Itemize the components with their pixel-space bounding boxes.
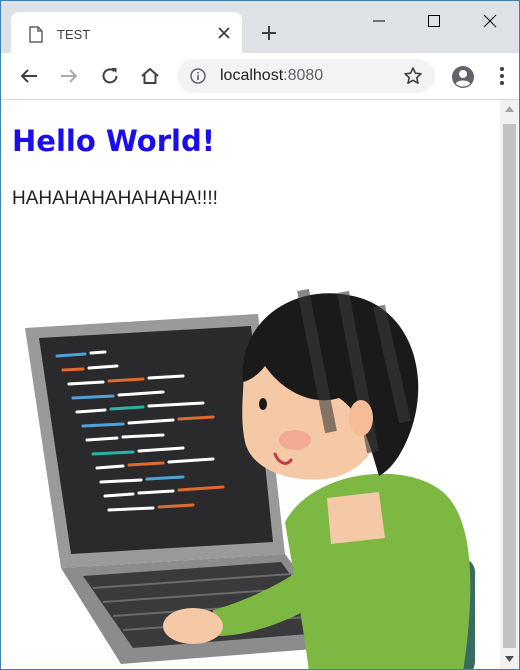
toolbar: localhost:8080 <box>1 53 519 100</box>
reload-icon[interactable] <box>99 65 121 87</box>
forward-icon[interactable] <box>58 65 80 87</box>
page-text: HAHAHAHAHAHAHA!!!! <box>12 188 218 209</box>
menu-icon[interactable] <box>497 65 507 87</box>
new-tab-icon[interactable] <box>259 23 279 43</box>
info-icon[interactable] <box>190 68 206 84</box>
scrollbar[interactable] <box>500 100 519 669</box>
address-bar[interactable]: localhost:8080 <box>177 59 435 93</box>
scroll-thumb[interactable] <box>503 124 516 648</box>
maximize-icon <box>428 15 440 27</box>
programmer-illustration <box>25 288 475 669</box>
back-icon[interactable] <box>18 65 40 87</box>
browser-window: TEST localhost:8080 Hello World! HAHAHAH… <box>0 0 520 670</box>
page-content: Hello World! HAHAHAHAHAHAHA!!!! <box>1 100 500 669</box>
url-port: :8080 <box>283 67 324 84</box>
document-icon <box>29 26 43 43</box>
star-icon[interactable] <box>403 66 423 86</box>
tab-test[interactable]: TEST <box>11 12 242 53</box>
url-host: localhost <box>220 67 284 84</box>
url-text[interactable]: localhost:8080 <box>220 67 323 85</box>
tab-title: TEST <box>57 27 91 42</box>
title-bar: TEST <box>1 1 519 53</box>
home-icon[interactable] <box>139 65 161 87</box>
page-heading: Hello World! <box>12 124 215 158</box>
minimize-button[interactable] <box>356 1 402 41</box>
profile-icon[interactable] <box>451 65 475 89</box>
maximize-button[interactable] <box>411 1 457 41</box>
scroll-down-icon[interactable] <box>505 656 514 662</box>
close-icon[interactable] <box>216 25 232 41</box>
scroll-up-icon[interactable] <box>505 106 514 112</box>
window-close-button[interactable] <box>467 1 513 41</box>
minimize-icon <box>373 20 385 22</box>
window-close-icon <box>483 14 497 28</box>
